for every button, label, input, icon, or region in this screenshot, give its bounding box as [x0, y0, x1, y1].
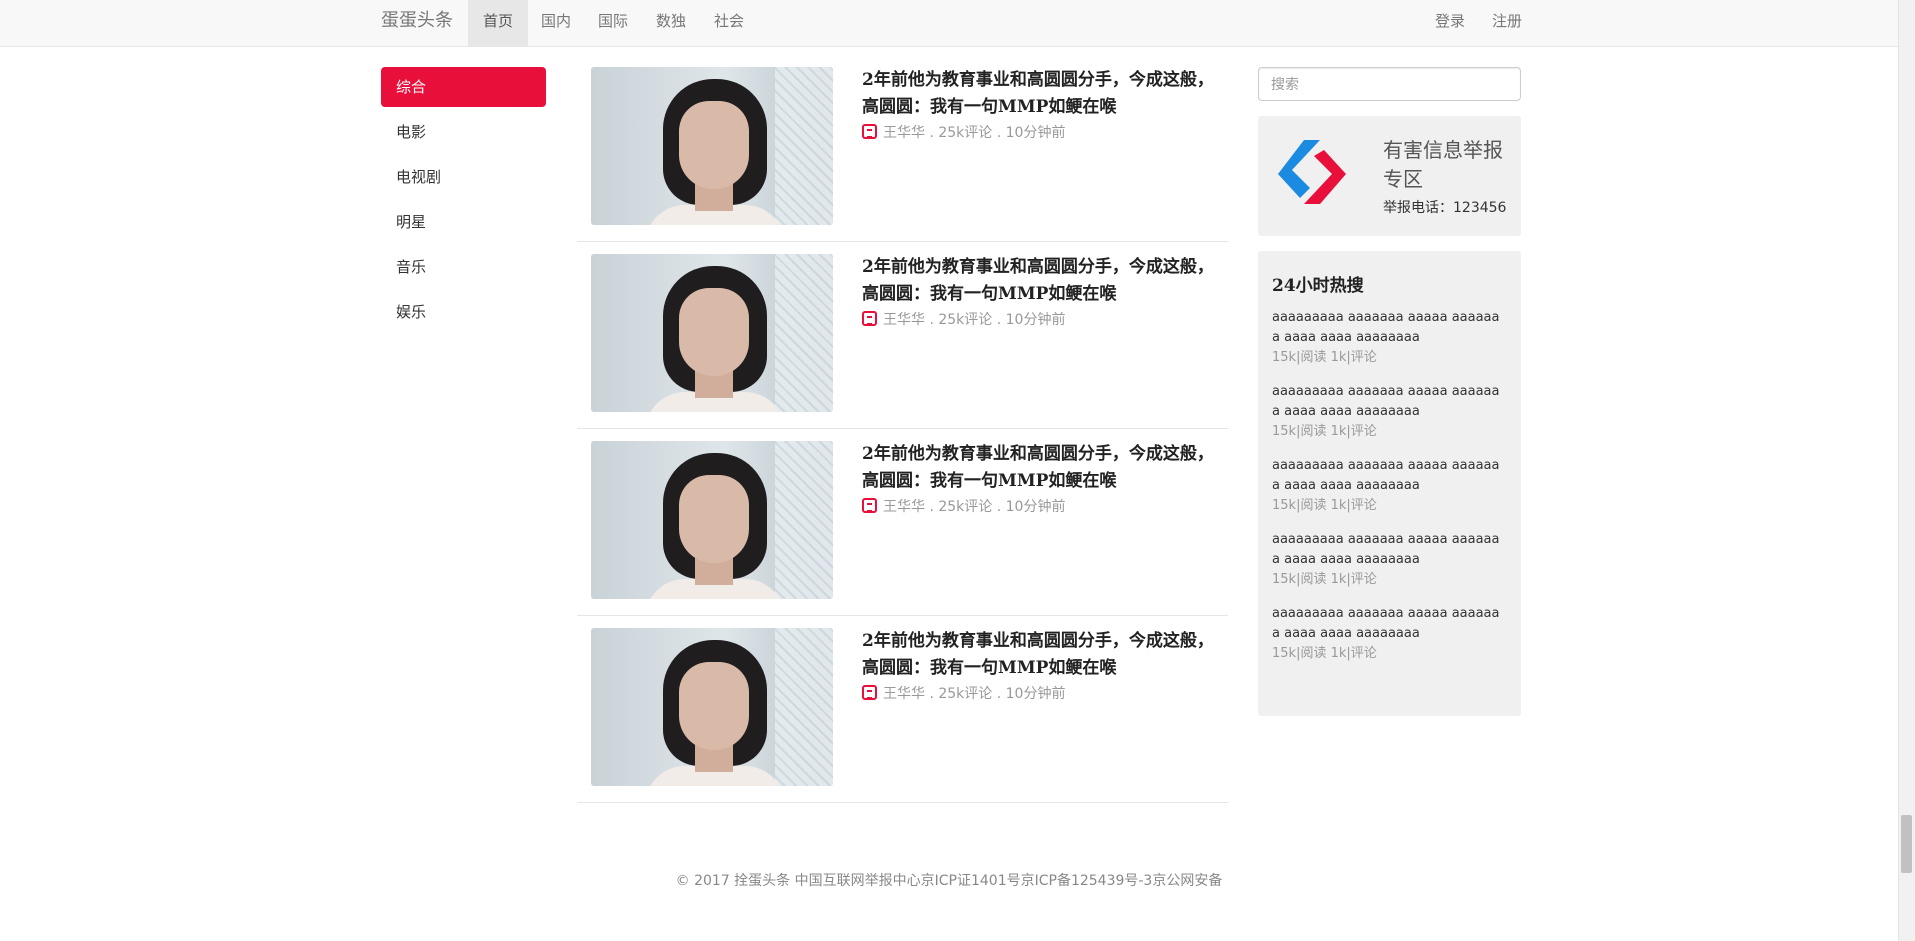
nav-item-domestic[interactable]: 国内: [526, 0, 586, 46]
news-thumbnail[interactable]: [591, 67, 833, 225]
news-item[interactable]: 2年前他为教育事业和高圆圆分手，今成这般，高圆圆：我有一句MMP如鲠在喉 王华华…: [577, 55, 1228, 242]
nav-item-society[interactable]: 社会: [699, 0, 759, 46]
news-thumbnail[interactable]: [591, 254, 833, 412]
category-sidebar: 综合 电影 电视剧 明星 音乐 娱乐: [381, 67, 546, 337]
news-author[interactable]: 王华华: [883, 499, 925, 515]
news-time: 10分钟前: [1005, 312, 1066, 328]
hot-search-text[interactable]: aaaaaaaaa aaaaaaa aaaaa aaaaaaa aaaa aaa…: [1272, 604, 1507, 644]
hot-search-item[interactable]: aaaaaaaaa aaaaaaa aaaaa aaaaaaa aaaa aaa…: [1272, 308, 1507, 368]
news-thumbnail[interactable]: [591, 628, 833, 786]
hot-search-text[interactable]: aaaaaaaaa aaaaaaa aaaaa aaaaaaa aaaa aaa…: [1272, 382, 1507, 422]
hot-search-stats: 15k|阅读 1k|评论: [1272, 498, 1377, 513]
sidebar-item-entertainment[interactable]: 娱乐: [381, 292, 546, 332]
news-author[interactable]: 王华华: [883, 686, 925, 702]
news-title[interactable]: 2年前他为教育事业和高圆圆分手，今成这般，高圆圆：我有一句MMP如鲠在喉: [862, 628, 1217, 682]
sidebar-item-movies[interactable]: 电影: [381, 112, 546, 152]
hot-search-stats: 15k|阅读 1k|评论: [1272, 350, 1377, 365]
page-scrollbar[interactable]: [1898, 0, 1915, 941]
news-comments: 25k评论: [938, 686, 993, 702]
author-badge-icon: [862, 124, 877, 139]
hot-search-stats: 15k|阅读 1k|评论: [1272, 572, 1377, 587]
news-meta: 王华华 . 25k评论 . 10分钟前: [862, 309, 1065, 329]
hot-search-stats: 15k|阅读 1k|评论: [1272, 424, 1377, 439]
hot-search-title: 24小时热搜: [1272, 276, 1364, 296]
scrollbar-thumb[interactable]: [1901, 815, 1912, 873]
news-meta: 王华华 . 25k评论 . 10分钟前: [862, 122, 1065, 142]
news-thumbnail[interactable]: [591, 441, 833, 599]
hot-search-text[interactable]: aaaaaaaaa aaaaaaa aaaaa aaaaaaa aaaa aaa…: [1272, 456, 1507, 496]
sidebar-item-celebrities[interactable]: 明星: [381, 202, 546, 242]
news-time: 10分钟前: [1005, 125, 1066, 141]
nav-item-international[interactable]: 国际: [583, 0, 643, 46]
hot-search-item[interactable]: aaaaaaaaa aaaaaaa aaaaa aaaaaaa aaaa aaa…: [1272, 382, 1507, 442]
sidebar-item-tv[interactable]: 电视剧: [381, 157, 546, 197]
hot-search-item[interactable]: aaaaaaaaa aaaaaaa aaaaa aaaaaaa aaaa aaa…: [1272, 530, 1507, 590]
news-meta: 王华华 . 25k评论 . 10分钟前: [862, 496, 1065, 516]
news-meta: 王华华 . 25k评论 . 10分钟前: [862, 683, 1065, 703]
report-title: 有害信息举报专区: [1383, 138, 1503, 191]
report-panel[interactable]: 有害信息举报专区 举报电话：123456: [1258, 116, 1521, 236]
nav-item-sudoku[interactable]: 数独: [641, 0, 701, 46]
news-title[interactable]: 2年前他为教育事业和高圆圆分手，今成这般，高圆圆：我有一句MMP如鲠在喉: [862, 441, 1217, 495]
site-brand[interactable]: 蛋蛋头条: [381, 0, 453, 46]
hot-search-stats: 15k|阅读 1k|评论: [1272, 646, 1377, 661]
news-title[interactable]: 2年前他为教育事业和高圆圆分手，今成这般，高圆圆：我有一句MMP如鲠在喉: [862, 254, 1217, 308]
login-link[interactable]: 登录: [1420, 0, 1480, 46]
news-author[interactable]: 王华华: [883, 125, 925, 141]
sidebar-item-general[interactable]: 综合: [381, 67, 546, 107]
news-time: 10分钟前: [1005, 499, 1066, 515]
register-link[interactable]: 注册: [1477, 0, 1537, 46]
sidebar-item-music[interactable]: 音乐: [381, 247, 546, 287]
hot-search-text[interactable]: aaaaaaaaa aaaaaaa aaaaa aaaaaaa aaaa aaa…: [1272, 530, 1507, 570]
hot-search-item[interactable]: aaaaaaaaa aaaaaaa aaaaa aaaaaaa aaaa aaa…: [1272, 604, 1507, 664]
top-navbar: 蛋蛋头条 首页 国内 国际 数独 社会 登录 注册: [0, 0, 1898, 47]
news-title[interactable]: 2年前他为教育事业和高圆圆分手，今成这般，高圆圆：我有一句MMP如鲠在喉: [862, 67, 1217, 121]
hot-search-panel: 24小时热搜 aaaaaaaaa aaaaaaa aaaaa aaaaaaa a…: [1258, 251, 1521, 716]
report-phone: 举报电话：123456: [1383, 200, 1507, 216]
page-footer: © 2017 拴蛋头条 中国互联网举报中心京ICP证1401号京ICP备1254…: [675, 873, 1223, 889]
author-badge-icon: [862, 498, 877, 513]
hot-search-item[interactable]: aaaaaaaaa aaaaaaa aaaaa aaaaaaa aaaa aaa…: [1272, 456, 1507, 516]
news-time: 10分钟前: [1005, 686, 1066, 702]
news-comments: 25k评论: [938, 125, 993, 141]
news-item[interactable]: 2年前他为教育事业和高圆圆分手，今成这般，高圆圆：我有一句MMP如鲠在喉 王华华…: [577, 429, 1228, 616]
author-badge-icon: [862, 685, 877, 700]
hot-search-text[interactable]: aaaaaaaaa aaaaaaa aaaaa aaaaaaa aaaa aaa…: [1272, 308, 1507, 348]
author-badge-icon: [862, 311, 877, 326]
news-item[interactable]: 2年前他为教育事业和高圆圆分手，今成这般，高圆圆：我有一句MMP如鲠在喉 王华华…: [577, 242, 1228, 429]
search-input[interactable]: [1258, 67, 1521, 101]
news-item[interactable]: 2年前他为教育事业和高圆圆分手，今成这般，高圆圆：我有一句MMP如鲠在喉 王华华…: [577, 616, 1228, 803]
news-list: 2年前他为教育事业和高圆圆分手，今成这般，高圆圆：我有一句MMP如鲠在喉 王华华…: [577, 55, 1228, 803]
news-comments: 25k评论: [938, 312, 993, 328]
report-logo-icon: [1278, 140, 1346, 204]
nav-item-home[interactable]: 首页: [468, 0, 529, 46]
news-comments: 25k评论: [938, 499, 993, 515]
news-author[interactable]: 王华华: [883, 312, 925, 328]
